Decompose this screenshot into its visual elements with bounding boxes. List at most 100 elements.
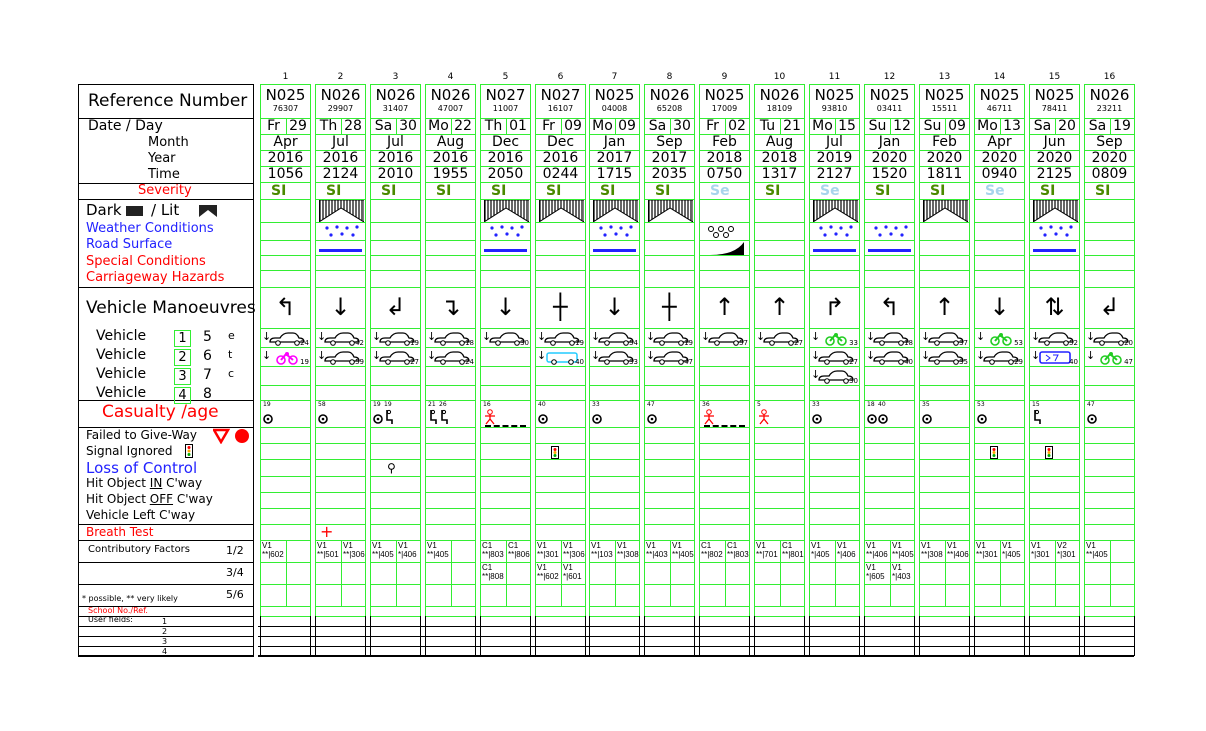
cell-v1: ↓ 19	[370, 328, 421, 348]
contributory-factor: V1 *|406	[398, 541, 417, 559]
cell-cf2: V1 *|605 V1 *|403	[864, 562, 915, 585]
cell-day: Mo 15	[809, 118, 860, 135]
severity-value: SI	[1040, 183, 1056, 199]
user-fields-column	[699, 616, 750, 656]
cell-sig	[589, 443, 640, 460]
label-severity: Severity	[138, 183, 192, 198]
cell-cf3	[480, 584, 531, 607]
cell-cf1: V1 **|301 V1 **|306	[535, 540, 586, 563]
contributory-factor: V1 **|405	[427, 541, 449, 559]
cell-time: 2010	[370, 166, 421, 183]
cell-v4	[919, 385, 970, 401]
cell-sig	[480, 443, 531, 460]
cf-divider	[780, 541, 781, 562]
cf-divider	[615, 563, 616, 584]
cf-divider	[1055, 541, 1056, 562]
year-value: 2017	[651, 150, 688, 166]
user-fields-column	[1084, 616, 1135, 656]
cell-day: Th 28	[315, 118, 366, 135]
label-school-ref: School No./Ref.	[88, 606, 148, 615]
cell-v4	[370, 385, 421, 401]
cell-haz	[809, 270, 860, 288]
cell-sig	[535, 443, 586, 460]
user-field-number: 3	[162, 637, 168, 646]
cell-hin	[260, 476, 311, 493]
casualty-age: 16	[483, 401, 491, 408]
cell-man: ↓	[589, 287, 640, 329]
cell-fg	[919, 427, 970, 444]
cell-haz	[315, 270, 366, 288]
cell-breath	[644, 524, 695, 541]
time-value: 0750	[706, 166, 743, 182]
month-value: Jul	[826, 134, 843, 150]
loss-of-control-icon: ⚲	[387, 461, 396, 475]
severity-value: SI	[600, 183, 616, 199]
vehicle-number: 5	[203, 329, 212, 345]
cf-divider	[780, 563, 781, 584]
cell-man: ↓	[480, 287, 531, 329]
year-value: 2016	[267, 150, 304, 166]
cell-sev: Se	[974, 182, 1025, 200]
day-of-week: Mo	[975, 119, 1001, 134]
label-year: Year	[148, 151, 176, 166]
cell-time: 1715	[589, 166, 640, 183]
cf-divider	[451, 563, 452, 584]
contributory-factor: V1 **|405	[892, 541, 914, 559]
cell-hin	[589, 476, 640, 493]
driver-age: 24	[300, 339, 309, 347]
label-possible-note: * possible, ** very likely	[82, 594, 178, 603]
cell-day: Fr 02	[699, 118, 750, 135]
year-value: 2020	[981, 150, 1018, 166]
cell-v1: ↓ 27	[754, 328, 805, 348]
day-of-week: Sa	[645, 119, 671, 134]
driver-age: 40	[1069, 358, 1078, 366]
day-date: 20	[1058, 118, 1076, 134]
reference-code: N025	[924, 86, 965, 104]
cell-hoff	[699, 492, 750, 509]
cell-v1: ↓ 57	[699, 328, 750, 348]
cell-sev: SI	[1029, 182, 1080, 200]
cell-sev: SI	[480, 182, 531, 200]
casualty-age: 36	[702, 401, 710, 408]
cell-ref: N025 03411	[864, 84, 915, 119]
cell-loc	[535, 459, 586, 477]
cell-v2: ↓ 29	[974, 347, 1025, 367]
contributory-factor: V1 **|701	[756, 541, 778, 559]
manoeuvre-icon: ↑	[769, 293, 790, 321]
cell-cas: 21 26	[425, 400, 476, 428]
cf-divider	[890, 563, 891, 584]
cell-v2: ↓ 27	[809, 347, 860, 367]
month-value: Apr	[273, 134, 298, 150]
cell-cas: 35	[919, 400, 970, 428]
day-date: 09	[948, 118, 966, 134]
month-value: Apr	[987, 134, 1012, 150]
cf-divider	[451, 585, 452, 606]
label-cf-56: 5/6	[226, 588, 244, 601]
severity-value: SI	[381, 183, 397, 199]
year-value: 2016	[377, 150, 414, 166]
driver-age: 54	[629, 339, 638, 347]
cf-divider	[835, 585, 836, 606]
month-value: Jun	[1043, 134, 1066, 150]
reference-code: N026	[759, 86, 800, 104]
cell-v2: ↓ 35	[919, 347, 970, 367]
cell-loc: ⚲	[370, 459, 421, 477]
cell-cf2	[1084, 562, 1135, 585]
contributory-factor: V1 **|301	[976, 541, 998, 559]
driver-age: 53	[1014, 339, 1023, 347]
cell-cf3	[864, 584, 915, 607]
manoeuvre-icon: ↴	[440, 293, 461, 321]
cell-cf2	[919, 562, 970, 585]
cell-cf3	[589, 584, 640, 607]
cell-sev: SI	[864, 182, 915, 200]
casualty-age: 19	[373, 401, 381, 408]
cell-surface	[425, 240, 476, 256]
cell-man: ↲	[1084, 287, 1135, 329]
contributory-factor: V1 **|403	[646, 541, 668, 559]
cell-v2: ↓ 59	[315, 347, 366, 367]
day-date: 30	[673, 118, 691, 134]
cell-cf3	[754, 584, 805, 607]
day-of-week: Mo	[810, 119, 836, 134]
cell-hin	[644, 476, 695, 493]
cell-v1: ↓ 19	[535, 328, 586, 348]
